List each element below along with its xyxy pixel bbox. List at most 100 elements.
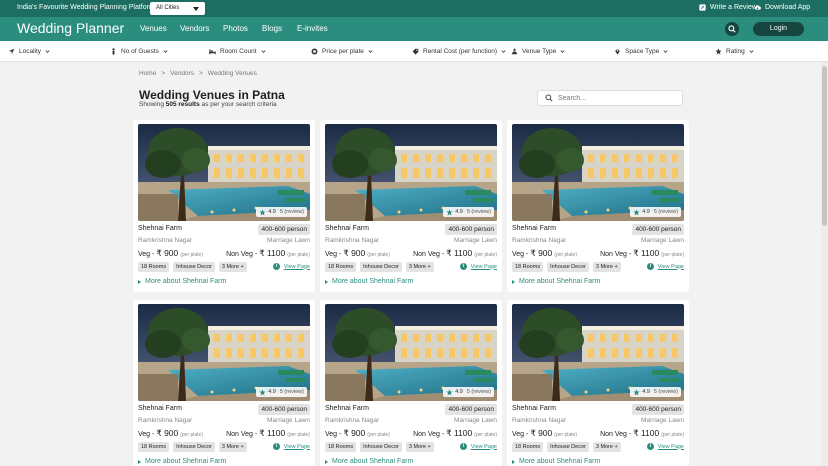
capacity-badge: 400-600 person bbox=[632, 224, 684, 235]
venue-name[interactable]: Shehnai Farm bbox=[325, 225, 369, 232]
veg-price: Veg - ₹ 900 (per plate) bbox=[512, 428, 577, 439]
venue-photo[interactable]: 4.9 5 (review) bbox=[512, 124, 684, 221]
caret-right-icon bbox=[325, 279, 328, 284]
caret-right-icon bbox=[512, 279, 515, 284]
filter-label: No of Guests bbox=[121, 48, 159, 55]
scrollbar[interactable] bbox=[821, 62, 828, 466]
view-page-link[interactable]: i View Page bbox=[646, 263, 684, 270]
star-icon bbox=[259, 208, 266, 215]
venue-photo[interactable]: 4.9 5 (review) bbox=[325, 124, 497, 221]
filter-venue-type[interactable]: Venue Type bbox=[511, 48, 565, 55]
tag-decor: Inhouse Decor bbox=[547, 442, 589, 452]
scrollbar-thumb[interactable] bbox=[822, 66, 827, 226]
venue-search-input[interactable] bbox=[558, 94, 668, 102]
venue-card[interactable]: 4.9 5 (review) Shehnai Farm 400-600 pers… bbox=[133, 120, 315, 292]
nonveg-price: Non Veg - ₹ 1100 (per plate) bbox=[600, 428, 684, 439]
brand-logo[interactable]: Wedding Planner bbox=[17, 20, 124, 36]
plate-icon bbox=[311, 48, 318, 55]
nav-blogs[interactable]: Blogs bbox=[262, 24, 282, 33]
breadcrumb-home[interactable]: Home bbox=[139, 70, 156, 77]
star-icon bbox=[446, 388, 453, 395]
venue-card[interactable]: 4.9 5 (review) Shehnai Farm 400-600 pers… bbox=[320, 120, 502, 292]
nav-einvites[interactable]: E-invites bbox=[297, 24, 328, 33]
city-select-value: All Cities bbox=[156, 5, 180, 11]
info-icon: i bbox=[272, 263, 280, 270]
venue-type: Marriage Lawn bbox=[267, 237, 310, 244]
filter-space-type[interactable]: Space Type bbox=[614, 48, 668, 55]
star-icon bbox=[446, 208, 453, 215]
tag-more[interactable]: 3 More + bbox=[405, 442, 434, 452]
venue-name[interactable]: Shehnai Farm bbox=[138, 225, 182, 232]
view-page-link[interactable]: i View Page bbox=[272, 443, 310, 450]
review-count: 5 (review) bbox=[279, 389, 304, 395]
veg-amount: ₹ 900 bbox=[156, 428, 179, 438]
review-count: 5 (review) bbox=[653, 209, 678, 215]
venue-card[interactable]: 4.9 5 (review) Shehnai Farm 400-600 pers… bbox=[507, 300, 689, 466]
more-about-toggle[interactable]: More about Shehnai Farm bbox=[512, 278, 600, 285]
per-plate-note: (per plate) bbox=[367, 252, 391, 258]
venue-name[interactable]: Shehnai Farm bbox=[138, 405, 182, 412]
filter-guests[interactable]: No of Guests bbox=[110, 48, 168, 55]
login-button[interactable]: Login bbox=[753, 22, 804, 36]
main-navbar: Wedding Planner Venues Vendors Photos Bl… bbox=[0, 17, 828, 41]
more-about-toggle[interactable]: More about Shehnai Farm bbox=[325, 458, 413, 465]
venue-card[interactable]: 4.9 5 (review) Shehnai Farm 400-600 pers… bbox=[507, 120, 689, 292]
tag-more[interactable]: 3 More + bbox=[592, 442, 621, 452]
venue-card[interactable]: 4.9 5 (review) Shehnai Farm 400-600 pers… bbox=[133, 300, 315, 466]
nav-photos[interactable]: Photos bbox=[223, 24, 248, 33]
caret-right-icon bbox=[512, 459, 515, 464]
filter-room-count[interactable]: Room Count bbox=[209, 48, 266, 55]
view-page-link[interactable]: i View Page bbox=[459, 263, 497, 270]
filter-rental-cost[interactable]: Rental Cost (per function) bbox=[412, 48, 506, 55]
more-about-toggle[interactable]: More about Shehnai Farm bbox=[138, 458, 226, 465]
tag-more[interactable]: 3 More + bbox=[218, 442, 247, 452]
venue-name[interactable]: Shehnai Farm bbox=[512, 405, 556, 412]
more-about-label: More about Shehnai Farm bbox=[332, 278, 414, 285]
nonveg-price: Non Veg - ₹ 1100 (per plate) bbox=[413, 248, 497, 259]
venue-photo[interactable]: 4.9 5 (review) bbox=[512, 304, 684, 401]
top-bar: India's Favourite Wedding Planning Platf… bbox=[0, 0, 828, 17]
venue-card[interactable]: 4.9 5 (review) Shehnai Farm 400-600 pers… bbox=[320, 300, 502, 466]
nav-vendors[interactable]: Vendors bbox=[180, 24, 209, 33]
more-about-toggle[interactable]: More about Shehnai Farm bbox=[138, 278, 226, 285]
view-page-link[interactable]: i View Page bbox=[459, 443, 497, 450]
amenity-tags: 18 Rooms Inhouse Decor 3 More + bbox=[512, 262, 621, 272]
venue-photo[interactable]: 4.9 5 (review) bbox=[138, 124, 310, 221]
venue-type: Marriage Lawn bbox=[641, 237, 684, 244]
nav-venues[interactable]: Venues bbox=[140, 24, 167, 33]
nonveg-price: Non Veg - ₹ 1100 (per plate) bbox=[226, 248, 310, 259]
tagline: India's Favourite Wedding Planning Platf… bbox=[17, 4, 155, 11]
tag-more[interactable]: 3 More + bbox=[218, 262, 247, 272]
per-plate-note: (per plate) bbox=[554, 252, 578, 258]
city-select[interactable]: All Cities bbox=[150, 2, 205, 15]
per-plate-note: (per plate) bbox=[474, 432, 497, 438]
tag-more[interactable]: 3 More + bbox=[592, 262, 621, 272]
view-page-label: View Page bbox=[470, 263, 497, 270]
download-app-link[interactable]: Download App bbox=[754, 4, 810, 11]
caret-right-icon bbox=[138, 279, 141, 284]
breadcrumb-vendors[interactable]: Vendors bbox=[170, 70, 194, 77]
nav-search-button[interactable] bbox=[725, 22, 739, 36]
venue-search-box[interactable] bbox=[537, 90, 683, 106]
more-about-toggle[interactable]: More about Shehnai Farm bbox=[512, 458, 600, 465]
venue-locality: Ramkrishna Nagar bbox=[138, 237, 193, 244]
veg-amount: ₹ 900 bbox=[530, 248, 553, 258]
tag-more[interactable]: 3 More + bbox=[405, 262, 434, 272]
caret-down-icon bbox=[193, 7, 199, 11]
write-review-link[interactable]: Write a Review bbox=[699, 4, 757, 11]
filter-rating[interactable]: Rating bbox=[715, 48, 754, 55]
venue-name[interactable]: Shehnai Farm bbox=[512, 225, 556, 232]
filter-price-per-plate[interactable]: Price per plate bbox=[311, 48, 373, 55]
venue-name[interactable]: Shehnai Farm bbox=[325, 405, 369, 412]
venue-photo[interactable]: 4.9 5 (review) bbox=[138, 304, 310, 401]
filter-locality[interactable]: Locality bbox=[8, 48, 50, 55]
venue-photo[interactable]: 4.9 5 (review) bbox=[325, 304, 497, 401]
view-page-link[interactable]: i View Page bbox=[272, 263, 310, 270]
per-plate-note: (per plate) bbox=[661, 432, 684, 438]
rating-badge: 4.9 5 (review) bbox=[630, 387, 681, 397]
filter-label: Rental Cost (per function) bbox=[423, 48, 498, 55]
view-page-link[interactable]: i View Page bbox=[646, 443, 684, 450]
more-about-label: More about Shehnai Farm bbox=[145, 278, 227, 285]
more-about-toggle[interactable]: More about Shehnai Farm bbox=[325, 278, 413, 285]
breadcrumb-separator: > bbox=[161, 70, 166, 77]
